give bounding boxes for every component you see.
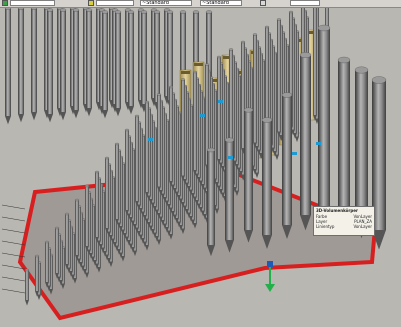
color-dropdown[interactable] — [96, 0, 134, 6]
organ-pipe — [168, 85, 174, 187]
organ-pipe — [124, 128, 130, 216]
selection-grip — [292, 152, 297, 155]
organ-pipe — [127, 10, 135, 115]
layer-dropdown[interactable] — [10, 0, 55, 6]
organ-pipe — [313, 8, 317, 121]
toolbar: ~Standard ~Standard — [0, 0, 401, 8]
app-icon[interactable] — [2, 0, 8, 6]
organ-pipe — [180, 78, 186, 182]
organ-pipe — [64, 212, 70, 270]
organ-pipe — [59, 8, 67, 121]
organ-pipe — [156, 93, 162, 193]
organ-pipe — [84, 184, 90, 252]
lineweight-dropdown[interactable]: ~Standard — [200, 0, 242, 6]
organ-pipe — [44, 240, 50, 288]
organ-pipe — [85, 8, 93, 117]
organ-pipe — [114, 142, 120, 225]
tooltip-row: Linientyp VonLayer — [316, 224, 372, 229]
organ-pipe — [144, 100, 150, 198]
linetype-dropdown[interactable]: ~Standard — [140, 0, 192, 6]
organ-pipe — [101, 10, 109, 119]
organ-pipe — [317, 24, 331, 225]
organ-pipe — [30, 8, 38, 121]
organ-pipe — [134, 114, 140, 207]
layer-state-icon[interactable] — [88, 0, 94, 6]
organ-pipe — [299, 52, 312, 231]
organ-pipe — [224, 137, 235, 253]
selection-grip — [316, 142, 321, 145]
organ-pipe — [4, 8, 12, 125]
selection-grip — [148, 138, 153, 141]
organ-pipe — [94, 170, 100, 243]
organ-pipe — [216, 55, 222, 165]
organ-pipe — [34, 254, 40, 297]
organ-pipe — [206, 147, 216, 257]
organ-pipe — [74, 198, 80, 261]
properties-tooltip: 3D-Volumenkörper Farbe VonLayer Layer PLAN… — [313, 206, 375, 236]
plotstyle-dropdown[interactable] — [290, 0, 320, 6]
plotstyle-icon[interactable] — [260, 0, 266, 6]
selection-grip — [218, 100, 223, 103]
organ-pipe — [243, 107, 254, 243]
selection-grip — [200, 114, 205, 117]
organ-pipe — [276, 18, 282, 138]
organ-pipe — [281, 92, 293, 239]
organ-pipe — [192, 70, 198, 176]
organ-pipe — [337, 56, 351, 227]
organ-pipe — [261, 117, 273, 249]
organ-pipe — [24, 268, 30, 306]
selection-grip — [228, 156, 233, 159]
organ-pipe — [140, 10, 148, 113]
organ-pipe — [252, 33, 258, 149]
organ-pipe — [46, 8, 54, 123]
organ-pipe — [17, 8, 25, 123]
organ-pipe — [54, 226, 60, 279]
organ-pipe — [72, 8, 80, 119]
organ-pipe — [114, 10, 122, 117]
tooltip-title: 3D-Volumenkörper — [316, 208, 358, 213]
drawing-viewport[interactable] — [0, 8, 401, 327]
organ-pipe — [104, 156, 110, 234]
